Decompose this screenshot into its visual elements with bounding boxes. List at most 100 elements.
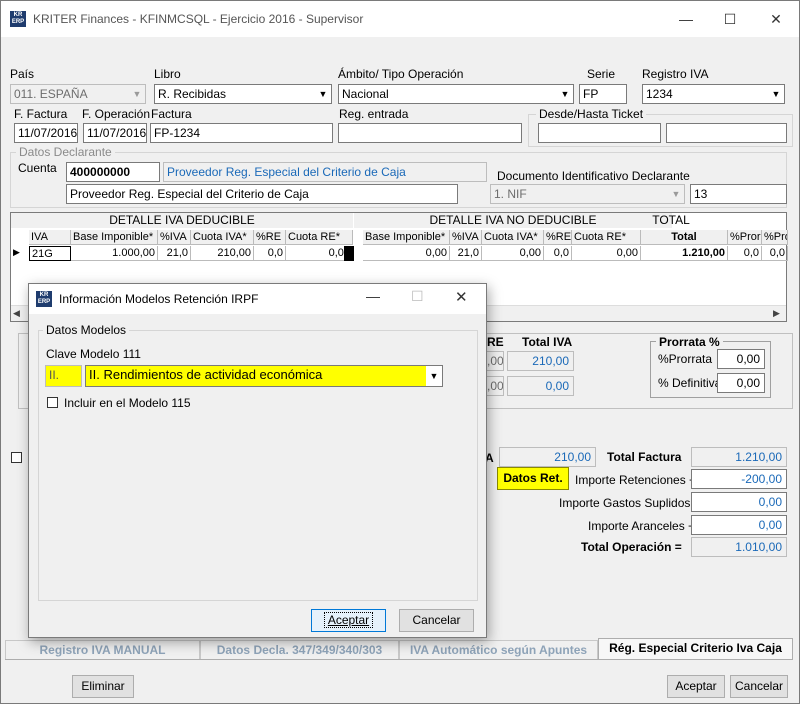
libro-label: Libro xyxy=(154,67,181,81)
pais-select[interactable]: 011. ESPAÑA ▼ xyxy=(10,84,146,104)
registro-select[interactable]: 1234 ▼ xyxy=(642,84,785,104)
serie-label: Serie xyxy=(587,67,616,81)
tab-datos-declarante[interactable]: Datos Decla. 347/349/340/303 xyxy=(200,640,399,659)
ticket-from-input[interactable] xyxy=(538,123,661,143)
grid-cell[interactable]: 0,00 xyxy=(482,246,544,261)
doc-value-input[interactable]: 13 xyxy=(690,184,787,204)
dialog-maximize-icon: ☐ xyxy=(411,288,424,304)
f-operacion-label: F. Operación xyxy=(82,107,151,121)
grid-col-header[interactable]: %IVA xyxy=(158,230,191,245)
grid-col-header[interactable]: IVA xyxy=(29,230,71,245)
prorrata-input[interactable]: 0,00 xyxy=(717,349,765,369)
grid-cell[interactable]: 0,0 xyxy=(728,246,762,261)
row-pointer-icon: ▶ xyxy=(13,247,20,257)
pais-label: País xyxy=(10,67,35,81)
grid-cell[interactable]: 0,0 xyxy=(544,246,572,261)
chevron-down-icon: ▼ xyxy=(315,85,331,103)
ticket-to-input[interactable] xyxy=(666,123,787,143)
tab-iva-automatico[interactable]: IVA Automático según Apuntes xyxy=(399,640,598,659)
grid-cell[interactable]: 0,00 xyxy=(286,246,353,261)
scroll-right-icon[interactable]: ▶ xyxy=(773,308,780,319)
aranceles-input[interactable]: 0,00 xyxy=(691,515,787,535)
eliminar-button[interactable]: Eliminar xyxy=(72,675,134,698)
grid-cell[interactable]: 1.000,00 xyxy=(71,246,158,261)
re-header: RE xyxy=(487,335,504,349)
f-operacion-input[interactable]: 11/07/2016 xyxy=(83,123,147,143)
ambito-value: Nacional xyxy=(342,87,389,101)
grid-col-header[interactable]: %RE xyxy=(254,230,286,245)
close-icon[interactable]: ✕ xyxy=(766,9,786,29)
scroll-left-icon[interactable]: ◀ xyxy=(13,308,20,319)
tab-registro-iva-manual[interactable]: Registro IVA MANUAL xyxy=(5,640,200,659)
grid-col-header[interactable]: %IVA xyxy=(450,230,482,245)
clave-modelo-select[interactable]: II. Rendimientos de actividad económica … xyxy=(85,365,443,387)
iva-total-display: 210,00 xyxy=(499,447,596,467)
maximize-icon[interactable]: ☐ xyxy=(720,9,740,29)
dialog-close-icon[interactable]: ✕ xyxy=(455,288,468,306)
cancelar-button[interactable]: Cancelar xyxy=(730,675,788,698)
grid-header-deducible: DETALLE IVA DEDUCIBLE xyxy=(11,213,353,228)
retenciones-input[interactable]: -200,00 xyxy=(691,469,787,489)
chevron-down-icon: ▼ xyxy=(768,85,784,103)
libro-select[interactable]: R. Recibidas ▼ xyxy=(154,84,332,104)
summary-checkbox[interactable] xyxy=(11,452,22,463)
total-factura-label: Total Factura xyxy=(607,450,682,464)
dialog-minimize-icon[interactable]: — xyxy=(366,288,380,304)
grid-col-header[interactable]: Cuota RE* xyxy=(572,230,641,245)
total-factura-display: 1.210,00 xyxy=(691,447,787,467)
cuenta-name-display: Proveedor Reg. Especial del Criterio de … xyxy=(163,162,487,182)
f-factura-input[interactable]: 11/07/2016 xyxy=(14,123,78,143)
grid-col-header[interactable]: %Pror xyxy=(728,230,762,245)
reg-entrada-input[interactable] xyxy=(338,123,522,143)
minimize-icon[interactable]: — xyxy=(676,9,696,29)
factura-input[interactable]: FP-1234 xyxy=(150,123,333,143)
clave-modelo-label: Clave Modelo 111 xyxy=(46,347,141,361)
declarante-nombre-input[interactable]: Proveedor Reg. Especial del Criterio de … xyxy=(66,184,458,204)
grid-header-no-deducible: DETALLE IVA NO DEDUCIBLE xyxy=(354,213,672,228)
cuenta-input[interactable]: 400000000 xyxy=(66,162,160,182)
grid-cell[interactable]: 0,00 xyxy=(572,246,641,261)
tab-criterio-iva-caja[interactable]: Rég. Especial Criterio Iva Caja xyxy=(598,638,793,660)
serie-input[interactable]: FP xyxy=(579,84,627,104)
total-iva-1: 210,00 xyxy=(507,351,574,371)
dialog-aceptar-button[interactable]: Aceptar xyxy=(311,609,386,632)
incluir-115-checkbox[interactable] xyxy=(47,397,58,408)
grid-cell[interactable]: 1.210,00 xyxy=(641,246,728,261)
grid-header-total: TOTAL xyxy=(652,213,690,227)
declarante-group-title: Datos Declarante xyxy=(16,145,115,159)
registro-label: Registro IVA xyxy=(642,67,709,81)
aceptar-button[interactable]: Aceptar xyxy=(667,675,725,698)
grid-cell[interactable]: 0,00 xyxy=(363,246,450,261)
ambito-select[interactable]: Nacional ▼ xyxy=(338,84,574,104)
grid-col-header[interactable]: Cuota RE* xyxy=(286,230,353,245)
total-iva-2: 0,00 xyxy=(507,376,574,396)
doc-type-select[interactable]: 1. NIF ▼ xyxy=(490,184,685,204)
chevron-down-icon: ▼ xyxy=(426,366,442,386)
cuenta-label: Cuenta xyxy=(18,161,57,175)
clave-code-input[interactable]: II. xyxy=(45,365,82,387)
grid-cell[interactable]: 21,0 xyxy=(158,246,191,261)
definitiva-label: % Definitiva xyxy=(658,376,722,390)
grid-cell[interactable]: 21,0 xyxy=(450,246,482,261)
dialog-title-bar: KR ERP Información Modelos Retención IRP… xyxy=(29,284,486,314)
f-factura-label: F. Factura xyxy=(14,107,68,121)
suplidos-input[interactable]: 0,00 xyxy=(691,492,787,512)
suplidos-label: Importe Gastos Suplidos + xyxy=(559,496,701,510)
grid-cell[interactable]: 0,0 xyxy=(762,246,788,261)
grid-col-header[interactable]: %RE xyxy=(544,230,572,245)
datos-ret-button[interactable]: Datos Ret. xyxy=(497,467,569,490)
definitiva-input[interactable]: 0,00 xyxy=(717,373,765,393)
grid-cell[interactable]: 210,00 xyxy=(191,246,254,261)
retenciones-label: Importe Retenciones + xyxy=(575,473,697,487)
grid-cell[interactable]: 21G xyxy=(29,246,71,261)
grid-col-header[interactable]: %Pror xyxy=(762,230,788,245)
grid-cell[interactable]: 0,0 xyxy=(254,246,286,261)
prorrata-label: %Prorrata xyxy=(658,352,713,366)
dialog-cancelar-button[interactable]: Cancelar xyxy=(399,609,474,632)
grid-col-header[interactable]: Total xyxy=(641,230,728,245)
grid-col-header[interactable]: Base Imponible* xyxy=(71,230,158,245)
grid-col-header[interactable]: Cuota IVA* xyxy=(482,230,544,245)
datos-modelos-title: Datos Modelos xyxy=(43,323,130,337)
grid-col-header[interactable]: Base Imponible* xyxy=(363,230,450,245)
grid-col-header[interactable]: Cuota IVA* xyxy=(191,230,254,245)
